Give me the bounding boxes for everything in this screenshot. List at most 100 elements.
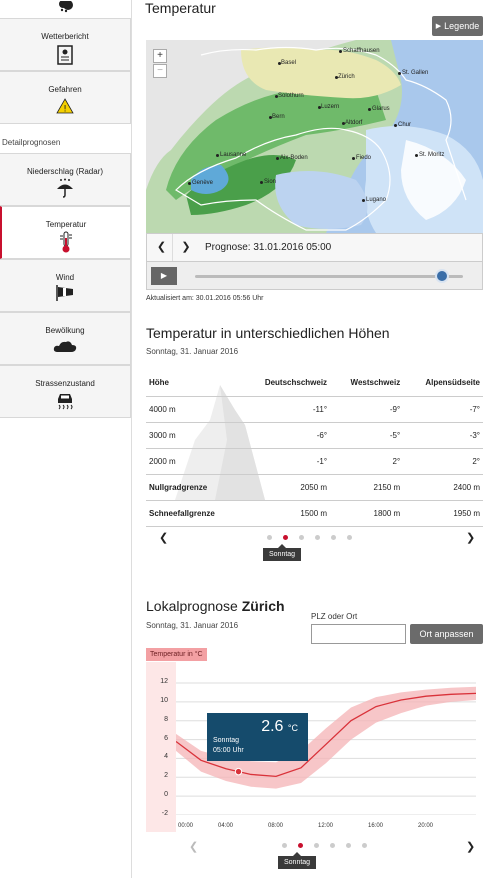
legend-label: Legende bbox=[444, 21, 480, 31]
tooltip-number: 2.6 bbox=[261, 718, 284, 735]
day-dot[interactable] bbox=[315, 535, 320, 540]
city-label: Aix-Boden bbox=[280, 155, 308, 161]
sidebar-item-strassenzustand[interactable]: Strassenzustand bbox=[0, 365, 131, 418]
day-dot[interactable] bbox=[347, 535, 352, 540]
sidebar-item-label: Gefahren bbox=[48, 85, 82, 94]
table-cell: Schneefallgrenze bbox=[146, 500, 241, 527]
zoom-out-button[interactable]: − bbox=[153, 64, 167, 78]
day-dots-local bbox=[282, 843, 367, 848]
city-label: Bern bbox=[272, 114, 285, 120]
table-cell: 2150 m bbox=[330, 474, 404, 501]
y-axis-band bbox=[146, 662, 176, 832]
x-tick-label: 12:00 bbox=[318, 823, 334, 829]
city-label: Genève bbox=[192, 180, 214, 186]
table-cell: 1500 m bbox=[240, 500, 331, 527]
y-tick-label: 12 bbox=[160, 678, 168, 685]
prev-day-button[interactable]: ❮ bbox=[159, 531, 168, 544]
car-slippery-icon bbox=[55, 390, 75, 412]
table-cell: -3° bbox=[403, 422, 483, 449]
table-row: Nullgradgrenze 2050 m 2150 m 2400 m bbox=[146, 474, 483, 501]
chevron-right-icon: ▶ bbox=[435, 23, 442, 30]
day-dot[interactable] bbox=[331, 535, 336, 540]
zoom-in-button[interactable]: + bbox=[153, 49, 167, 63]
tooltip-unit: °C bbox=[287, 723, 298, 733]
cloud-icon bbox=[53, 339, 77, 355]
y-tick-label: 8 bbox=[164, 715, 168, 723]
table-cell: 1950 m bbox=[403, 500, 483, 527]
city-label: Sion bbox=[264, 179, 277, 185]
table-header: Deutschschweiz bbox=[240, 370, 331, 397]
day-dot[interactable] bbox=[282, 843, 287, 848]
page-title: Temperatur bbox=[145, 0, 216, 16]
prev-time-button[interactable]: ❮ bbox=[151, 234, 173, 261]
sidebar: Wetterbericht Gefahren ! Detailprognosen… bbox=[0, 0, 132, 878]
day-dots bbox=[267, 535, 352, 540]
day-dot[interactable] bbox=[362, 843, 367, 848]
city-label: St. Moritz bbox=[419, 152, 445, 158]
legend-button[interactable]: ▶ Legende bbox=[432, 16, 483, 36]
day-dot-active[interactable] bbox=[283, 535, 288, 540]
sidebar-item-wetterbericht[interactable]: Wetterbericht bbox=[0, 18, 131, 71]
tooltip-day: Sonntag bbox=[213, 737, 240, 744]
next-day-button[interactable]: ❯ bbox=[466, 531, 475, 544]
y-tick-label: 0 bbox=[164, 791, 168, 799]
altitude-title: Temperatur in unterschiedlichen Höhen bbox=[146, 325, 390, 341]
sidebar-item-bewoelkung[interactable]: Bewölkung bbox=[0, 312, 131, 365]
update-location-button[interactable]: Ort anpassen bbox=[410, 624, 483, 644]
table-cell: 2400 m bbox=[403, 474, 483, 501]
city-label: Glarus bbox=[372, 106, 390, 112]
sidebar-item-temperatur[interactable]: Temperatur bbox=[0, 206, 131, 259]
play-button[interactable]: ▶ bbox=[151, 267, 177, 285]
day-dot-active[interactable] bbox=[298, 843, 303, 848]
city-label: Lugano bbox=[366, 197, 387, 203]
next-day-button-local[interactable]: ❯ bbox=[466, 840, 475, 853]
day-dot[interactable] bbox=[346, 843, 351, 848]
y-tick-label: 4 bbox=[164, 753, 168, 761]
sidebar-item-niederschlag[interactable]: Niederschlag (Radar) bbox=[0, 153, 131, 206]
day-dot[interactable] bbox=[314, 843, 319, 848]
play-icon: ▶ bbox=[160, 271, 168, 280]
highlight-point[interactable] bbox=[234, 767, 243, 776]
temperature-map[interactable]: Schaffhausen Basel Zürich St. Gallen Sol… bbox=[146, 40, 483, 233]
sidebar-item-label: Temperatur bbox=[45, 220, 87, 229]
chart-tooltip: 2.6 °C Sonntag 05:00 Uhr bbox=[207, 713, 308, 761]
day-tooltip-local: Sonntag bbox=[278, 852, 317, 869]
day-dot[interactable] bbox=[330, 843, 335, 848]
city-label: Altdorf bbox=[345, 120, 363, 126]
timeline-bar: ▶ bbox=[146, 262, 483, 290]
table-cell: 2050 m bbox=[240, 474, 331, 501]
tooltip-value: 2.6 °C bbox=[261, 718, 298, 736]
day-dot[interactable] bbox=[267, 535, 272, 540]
timeline-track[interactable] bbox=[195, 275, 463, 278]
city-label: Chur bbox=[398, 122, 412, 128]
umbrella-rain-icon bbox=[56, 178, 74, 200]
sidebar-item-label: Niederschlag (Radar) bbox=[26, 167, 104, 176]
updated-timestamp: Aktualisiert am: 30.01.2016 05:56 Uhr bbox=[146, 295, 264, 302]
prev-day-button-local[interactable]: ❮ bbox=[189, 840, 198, 853]
table-row: 4000 m -11° -9° -7° bbox=[146, 396, 483, 423]
day-dot[interactable] bbox=[299, 535, 304, 540]
plz-label: PLZ oder Ort bbox=[311, 612, 358, 621]
city-label: Solothurn bbox=[278, 93, 304, 99]
temperature-unit-badge: Temperatur in °C bbox=[146, 648, 207, 661]
table-cell: -11° bbox=[240, 396, 331, 423]
y-tick-label: 2 bbox=[164, 772, 168, 780]
table-cell: -6° bbox=[240, 422, 331, 449]
sidebar-item-wind[interactable]: Wind bbox=[0, 259, 131, 312]
timeline-handle[interactable] bbox=[434, 269, 449, 283]
sidebar-item-gefahren[interactable]: Gefahren ! bbox=[0, 71, 131, 124]
sidebar-item-label: Strassenzustand bbox=[35, 379, 95, 388]
sidebar-item-label: Bewölkung bbox=[45, 326, 85, 335]
city-label: St. Gallen bbox=[402, 70, 429, 76]
city-label: Basel bbox=[281, 60, 297, 66]
next-time-button[interactable]: ❯ bbox=[175, 234, 197, 261]
table-header: Höhe bbox=[146, 370, 241, 397]
sidebar-item-label: Wetterbericht bbox=[41, 32, 89, 41]
local-title: Lokalprognose Zürich bbox=[146, 598, 285, 614]
plz-input[interactable] bbox=[311, 624, 406, 644]
table-cell: 4000 m bbox=[146, 396, 241, 423]
table-row: 2000 m -1° 2° 2° bbox=[146, 448, 483, 475]
altitude-date: Sonntag, 31. Januar 2016 bbox=[146, 347, 239, 356]
top-weather-icon bbox=[58, 0, 74, 13]
y-tick-label: -2 bbox=[161, 810, 168, 817]
